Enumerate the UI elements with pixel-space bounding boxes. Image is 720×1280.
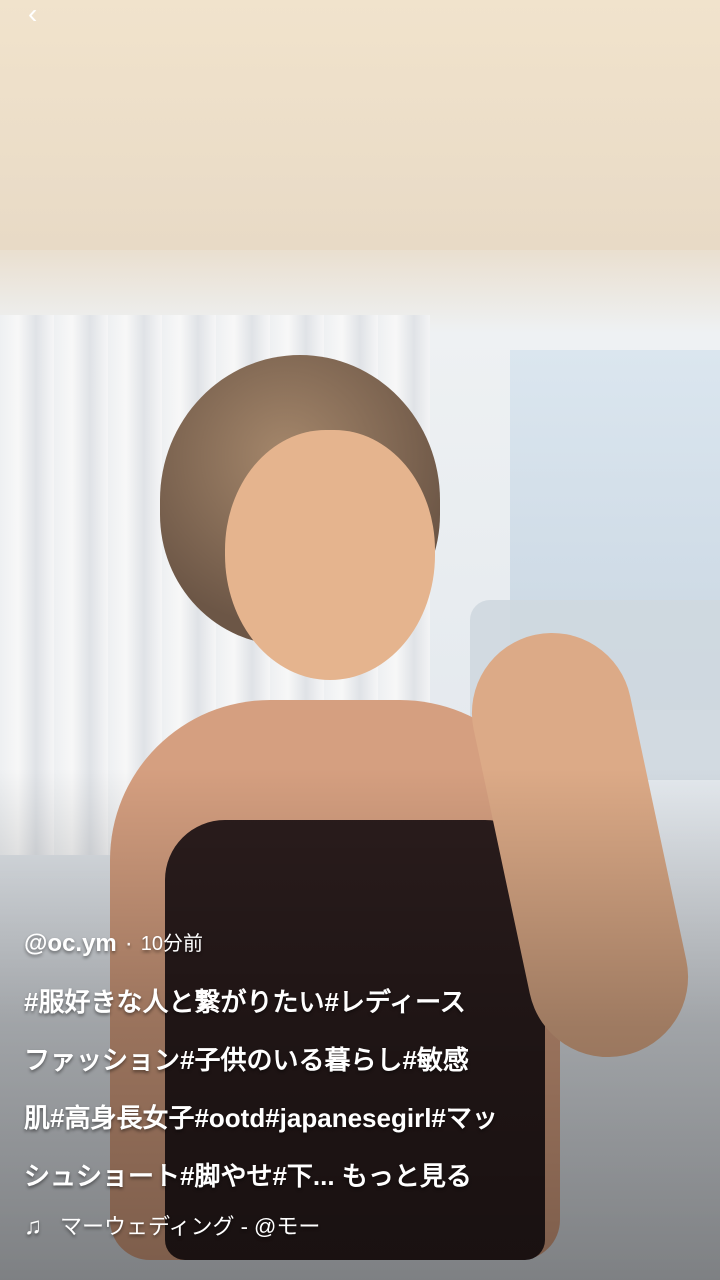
- see-more-link[interactable]: もっと見る: [342, 1161, 472, 1191]
- video-screen: ‹ 1 0 ♪ ♪ ♫ @oc.: [0, 0, 720, 1280]
- right-action-rail: 1 0 ♪ ♪ ♫: [610, 0, 720, 1280]
- back-arrow-icon[interactable]: ‹: [28, 0, 37, 28]
- description-line: 肌#高身長女子#ootd#japanesegirl#マッ: [24, 1102, 498, 1133]
- post-time: 10分前: [140, 933, 204, 956]
- song-row[interactable]: ♫ マーウェディング - @モー: [24, 1213, 544, 1242]
- music-note-icon: ♫: [24, 1212, 42, 1240]
- meta-separator: ·: [124, 930, 133, 957]
- caption-block: @oc.ym · 10分前 #服好きな人と繋がりたい#レディース ファッション#…: [24, 930, 544, 1242]
- post-description: #服好きな人と繋がりたい#レディース ファッション#子供のいる暮らし#敏感 肌#…: [24, 973, 544, 1205]
- description-line-text: シュショート#脚やせ#下...: [24, 1160, 342, 1191]
- description-line: シュショート#脚やせ#下... もっと見る: [24, 1147, 544, 1205]
- post-meta: @oc.ym · 10分前: [24, 930, 544, 959]
- song-label: マーウェディング - @モー: [60, 1214, 321, 1239]
- username[interactable]: @oc.ym: [24, 930, 117, 959]
- description-line: ファッション#子供のいる暮らし#敏感: [24, 1044, 469, 1075]
- description-line: #服好きな人と繋がりたい#レディース: [24, 986, 466, 1017]
